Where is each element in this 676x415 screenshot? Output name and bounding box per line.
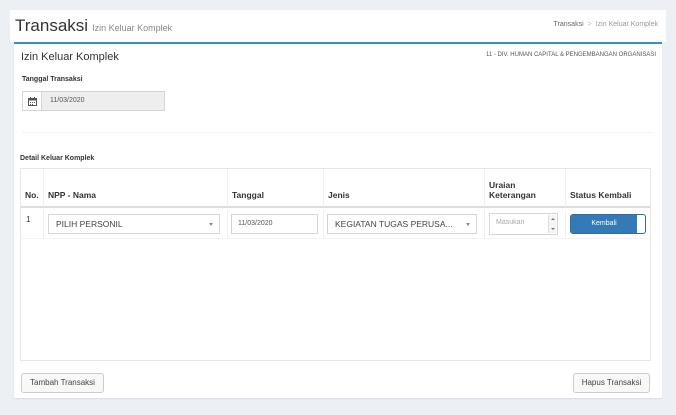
- divider: [22, 132, 654, 133]
- table-row-cell-no: 1: [21, 210, 44, 238]
- jenis-select-value: KEGIATAN TUGAS PERUSA...: [335, 219, 453, 229]
- page-subtitle: Izin Keluar Komplek: [92, 23, 173, 33]
- column-header-tanggal: Tanggal: [228, 169, 324, 208]
- personil-select-value: PILIH PERSONIL: [56, 219, 123, 229]
- page-title-text: Transaksi: [15, 16, 89, 35]
- org-label: 11 - DIV. HUMAN CAPITAL & PENGEMBANGAN O…: [485, 52, 656, 58]
- form-box: Izin Keluar Komplek 11 - DIV. HUMAN CAPI…: [14, 42, 662, 398]
- column-header-no: No.: [21, 169, 44, 208]
- table-row-cell-status: Kembali: [566, 210, 650, 238]
- breadcrumb-item-transaksi[interactable]: Transaksi: [554, 21, 584, 28]
- tanggal-transaksi-field[interactable]: 11/03/2020: [42, 91, 165, 111]
- chevron-down-icon: [209, 223, 213, 226]
- calendar-icon: [22, 91, 42, 111]
- uraian-placeholder: Masukan: [496, 219, 525, 226]
- status-kembali-toggle[interactable]: Kembali: [570, 214, 646, 234]
- breadcrumb-separator: >: [587, 21, 592, 28]
- breadcrumb-item-current: Izin Keluar Komplek: [595, 21, 658, 28]
- box-title: Izin Keluar Komplek: [21, 51, 119, 63]
- hapus-transaksi-button[interactable]: Hapus Transaksi: [573, 373, 650, 393]
- detail-label: Detail Keluar Komplek: [20, 155, 95, 162]
- column-header-jenis: Jenis: [324, 169, 485, 208]
- page-header: Transaksi Izin Keluar Komplek Transaksi > I…: [10, 10, 666, 42]
- column-header-npp-nama: NPP - Nama: [44, 169, 228, 208]
- uraian-textarea[interactable]: Masukan: [489, 213, 558, 235]
- resize-spinner-icon[interactable]: [548, 215, 556, 233]
- tambah-transaksi-button[interactable]: Tambah Transaksi: [21, 373, 104, 393]
- row-number: 1: [26, 215, 31, 224]
- page-title: Transaksi Izin Keluar Komplek: [15, 16, 172, 36]
- table-row-cell-personil: PILIH PERSONIL: [44, 210, 228, 238]
- column-header-status-kembali: Status Kembali: [566, 169, 650, 208]
- detail-table: No. NPP - Nama Tanggal Jenis Uraian Kete…: [20, 168, 651, 361]
- tanggal-transaksi-label: Tanggal Transaksi: [22, 76, 83, 83]
- row-divider: [21, 238, 650, 239]
- table-row-cell-jenis: KEGIATAN TUGAS PERUSA...: [324, 210, 485, 238]
- table-row-cell-tanggal: 11/03/2020: [228, 210, 324, 238]
- chevron-down-icon: [466, 223, 470, 226]
- column-header-uraian: Uraian Keterangan: [485, 169, 566, 208]
- personil-select[interactable]: PILIH PERSONIL: [48, 214, 220, 234]
- breadcrumb: Transaksi > Izin Keluar Komplek: [554, 21, 658, 28]
- table-row-cell-uraian: Masukan: [485, 210, 566, 238]
- row-tanggal-input[interactable]: 11/03/2020: [231, 214, 318, 234]
- tanggal-transaksi-group: 11/03/2020: [22, 91, 165, 111]
- status-kembali-label: Kembali: [571, 215, 637, 233]
- jenis-select[interactable]: KEGIATAN TUGAS PERUSA...: [327, 214, 477, 234]
